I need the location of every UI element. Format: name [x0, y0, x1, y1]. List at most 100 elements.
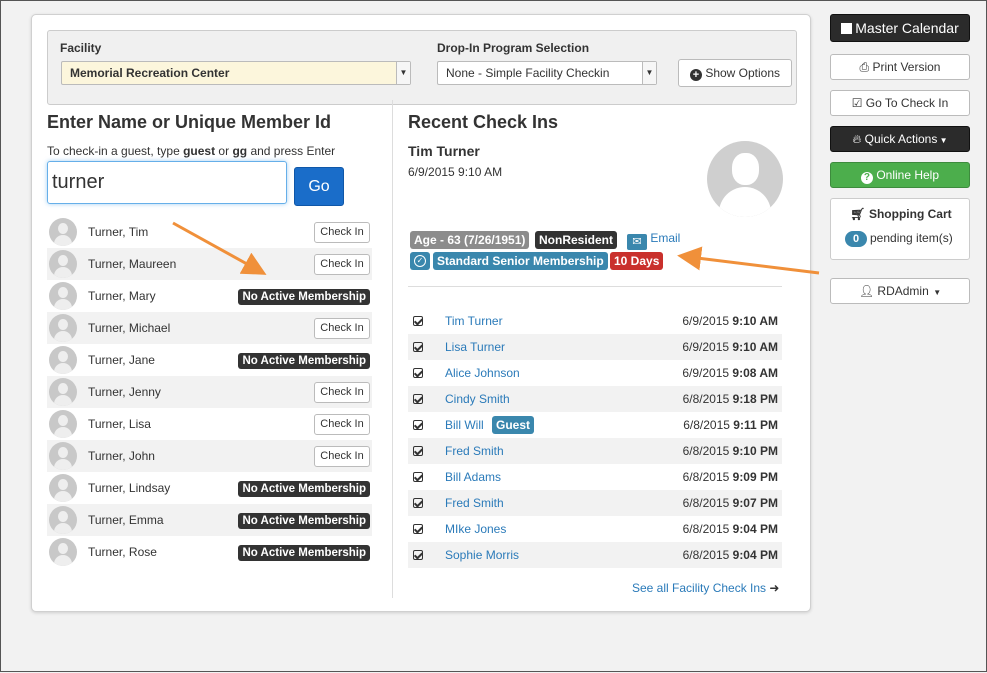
member-row[interactable]: Turner, Lindsay No Active Membership	[47, 472, 372, 504]
checkbox-icon	[413, 498, 423, 508]
program-select-value: None - Simple Facility Checkin	[446, 66, 610, 80]
check-in-button[interactable]: Check In	[314, 222, 370, 243]
member-row[interactable]: Turner, Mary No Active Membership	[47, 280, 372, 312]
member-name: Turner, Lisa	[88, 417, 151, 431]
checkin-member-link[interactable]: Bill Will	[445, 418, 484, 432]
online-help-label: Online Help	[876, 168, 940, 182]
checkin-time: 9:18 PM	[732, 392, 778, 406]
member-name: Turner, Rose	[88, 545, 157, 559]
no-membership-badge: No Active Membership	[238, 289, 370, 305]
user-menu-button[interactable]: 👤︎ RDAdmin ▼	[830, 278, 970, 304]
facility-select-value: Memorial Recreation Center	[70, 66, 230, 80]
member-row[interactable]: Turner, Lisa Check In	[47, 408, 372, 440]
checkin-timestamp: 6/8/2015 9:09 PM	[683, 470, 778, 484]
avatar	[49, 442, 77, 470]
show-options-button[interactable]: + Show Options	[678, 59, 792, 87]
checkin-timestamp: 6/8/2015 9:18 PM	[683, 392, 778, 406]
avatar	[49, 314, 77, 342]
check-in-button[interactable]: Check In	[314, 318, 370, 339]
flame-icon: 🔥︎	[852, 132, 865, 146]
checkin-row: Cindy Smith 6/8/2015 9:18 PM	[408, 386, 782, 412]
caret-down-icon: ▼	[928, 288, 942, 297]
envelope-icon: ✉	[627, 234, 647, 250]
member-row[interactable]: Turner, Tim Check In	[47, 216, 372, 248]
checkin-date: 6/8/2015	[682, 392, 730, 406]
print-icon: ⎙	[859, 60, 873, 74]
member-row[interactable]: Turner, Jane No Active Membership	[47, 344, 372, 376]
checkin-date: 6/9/2015	[682, 314, 730, 328]
check-glyph: ✓	[414, 255, 426, 267]
checkin-member-link[interactable]: Tim Turner	[445, 314, 503, 328]
checkin-member-link[interactable]: Alice Johnson	[445, 366, 520, 380]
member-name: Turner, Emma	[88, 513, 164, 527]
check-in-button[interactable]: Check In	[314, 414, 370, 435]
checkin-row: MIke Jones 6/8/2015 9:04 PM	[408, 516, 782, 542]
member-name: Turner, Maureen	[88, 257, 177, 271]
checkin-date: 6/8/2015	[682, 548, 730, 562]
checkin-row: Fred Smith 6/8/2015 9:10 PM	[408, 438, 782, 464]
member-row[interactable]: Turner, John Check In	[47, 440, 372, 472]
cart-icon: 🛒︎	[850, 207, 869, 221]
checkin-member-link[interactable]: MIke Jones	[445, 522, 506, 536]
cart-count-badge: 0	[845, 231, 867, 247]
checkin-date: 6/8/2015	[682, 470, 730, 484]
shopping-cart-box[interactable]: 🛒︎ Shopping Cart 0 pending item(s)	[830, 198, 970, 260]
check-in-button[interactable]: Check In	[314, 446, 370, 467]
email-link[interactable]: ✉ Email	[627, 231, 680, 250]
member-row[interactable]: Turner, Rose No Active Membership	[47, 536, 372, 568]
quick-actions-button[interactable]: 🔥︎ Quick Actions ▼	[830, 126, 970, 152]
avatar	[49, 218, 77, 246]
checkin-member-link[interactable]: Sophie Morris	[445, 548, 519, 562]
go-button[interactable]: Go	[294, 167, 344, 206]
selected-member-name: Tim Turner	[408, 143, 480, 159]
column-divider	[392, 100, 393, 598]
online-help-button[interactable]: ? Online Help	[830, 162, 970, 188]
checkin-time: 9:07 PM	[732, 496, 778, 510]
checkin-row: Alice Johnson 6/9/2015 9:08 AM	[408, 360, 782, 386]
program-select[interactable]: None - Simple Facility Checkin ▼	[437, 61, 657, 85]
checkin-time: 9:04 PM	[732, 522, 778, 536]
checkin-member-link[interactable]: Bill Adams	[445, 470, 501, 484]
member-row[interactable]: Turner, Maureen Check In	[47, 248, 372, 280]
hint-post: and press Enter	[247, 144, 336, 158]
checkin-row: Tim Turner 6/9/2015 9:10 AM	[408, 308, 782, 334]
cart-title-label: Shopping Cart	[868, 207, 952, 221]
checkin-member-link[interactable]: Cindy Smith	[445, 392, 510, 406]
avatar	[49, 250, 77, 278]
avatar	[49, 506, 77, 534]
check-in-button[interactable]: Check In	[314, 382, 370, 403]
checkin-row: Bill Adams 6/8/2015 9:09 PM	[408, 464, 782, 490]
check-in-button[interactable]: Check In	[314, 254, 370, 275]
no-membership-badge: No Active Membership	[238, 353, 370, 369]
print-version-button[interactable]: ⎙ Print Version	[830, 54, 970, 80]
checkin-member-link[interactable]: Fred Smith	[445, 444, 504, 458]
search-input[interactable]: turner	[47, 161, 287, 204]
program-label: Drop-In Program Selection	[437, 41, 590, 55]
avatar	[49, 282, 77, 310]
checkin-member-link[interactable]: Lisa Turner	[445, 340, 505, 354]
checkin-time: 9:10 AM	[732, 340, 778, 354]
see-all-link[interactable]: See all Facility Check Ins ➜	[632, 581, 779, 595]
check-circle-icon: ✓	[410, 252, 430, 270]
checkin-time: 9:10 PM	[732, 444, 778, 458]
member-row[interactable]: Turner, Emma No Active Membership	[47, 504, 372, 536]
checkin-date: 6/8/2015	[682, 496, 730, 510]
search-title: Enter Name or Unique Member Id	[47, 112, 332, 132]
member-row[interactable]: Turner, Michael Check In	[47, 312, 372, 344]
checkin-member-link[interactable]: Fred Smith	[445, 496, 504, 510]
calendar-icon	[841, 23, 853, 34]
master-calendar-button[interactable]: Master Calendar	[830, 14, 970, 42]
avatar	[49, 346, 77, 374]
no-membership-badge: No Active Membership	[238, 545, 370, 561]
checkin-date: 6/8/2015	[683, 418, 730, 432]
checkbox-icon	[413, 446, 423, 456]
checkin-timestamp: 6/8/2015 9:07 PM	[683, 496, 778, 510]
checkin-timestamp: 6/8/2015 9:11 PM	[683, 418, 778, 432]
member-row[interactable]: Turner, Jenny Check In	[47, 376, 372, 408]
person-icon	[732, 153, 759, 185]
hint-guest: guest	[183, 144, 216, 158]
member-name: Turner, Lindsay	[88, 481, 171, 495]
hint-or: or	[215, 144, 233, 158]
facility-select[interactable]: Memorial Recreation Center ▼	[61, 61, 411, 85]
go-to-check-in-button[interactable]: ☑ Go To Check In	[830, 90, 970, 116]
